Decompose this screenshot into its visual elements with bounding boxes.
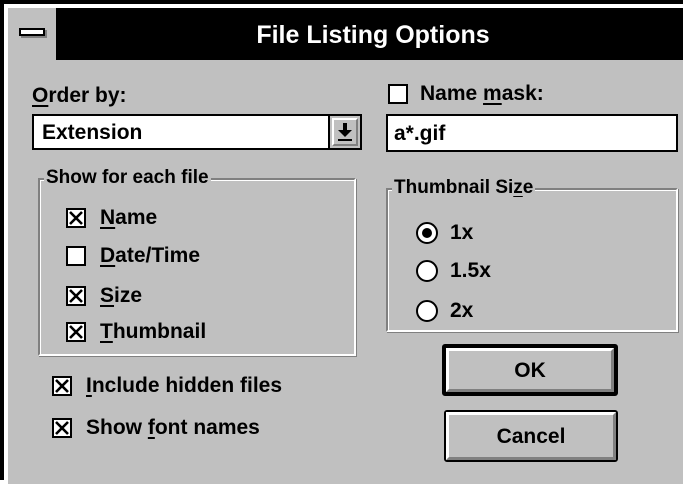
size-2x-label[interactable]: 2x [450, 299, 473, 323]
show-font-names-label[interactable]: Show font names [86, 416, 260, 440]
show-group-legend: Show for each file [44, 166, 211, 190]
name-mask-label[interactable]: Name mask: [420, 82, 544, 106]
check-x-icon [55, 379, 69, 393]
size-1x-radio[interactable] [416, 222, 438, 244]
dropdown-button[interactable] [328, 116, 360, 148]
include-hidden-files-label[interactable]: Include hidden files [86, 374, 282, 398]
window-title: File Listing Options [256, 21, 490, 49]
size-checkbox[interactable] [66, 286, 86, 306]
ok-button[interactable]: OK [442, 344, 618, 396]
thumbnail-checkbox[interactable] [66, 322, 86, 342]
order-by-label: Order by: [32, 84, 127, 107]
system-menu-icon[interactable] [8, 8, 59, 60]
system-menu-bar [19, 28, 45, 36]
dropdown-arrow-icon [338, 123, 352, 141]
name-option-label[interactable]: Name [100, 206, 157, 230]
order-by-value: Extension [42, 121, 143, 144]
thumbnail-option-label[interactable]: Thumbnail [100, 320, 206, 344]
thumbnail-size-legend: Thumbnail Size [392, 176, 536, 200]
cancel-button-label: Cancel [446, 412, 616, 460]
cancel-button[interactable]: Cancel [444, 410, 618, 462]
radio-selected-dot [422, 228, 432, 238]
title-bar[interactable]: File Listing Options [8, 8, 683, 60]
dialog-client-area: Order by: Extension Name mask: a*.gif Sh… [8, 60, 683, 484]
ok-button-label: OK [446, 348, 614, 392]
name-checkbox[interactable] [66, 208, 86, 228]
size-1-5x-radio[interactable] [416, 260, 438, 282]
order-by-dropdown[interactable]: Extension [32, 114, 362, 150]
include-hidden-files-checkbox[interactable] [52, 376, 72, 396]
size-1x-label[interactable]: 1x [450, 221, 473, 245]
size-2x-radio[interactable] [416, 300, 438, 322]
check-x-icon [55, 421, 69, 435]
name-mask-checkbox[interactable] [388, 84, 408, 104]
check-x-icon [69, 325, 83, 339]
check-x-icon [69, 211, 83, 225]
name-mask-value: a*.gif [394, 122, 446, 145]
check-x-icon [69, 289, 83, 303]
date-time-option-label[interactable]: Date/Time [100, 244, 200, 268]
size-option-label[interactable]: Size [100, 284, 142, 308]
size-1-5x-label[interactable]: 1.5x [450, 259, 491, 283]
show-font-names-checkbox[interactable] [52, 418, 72, 438]
name-mask-input[interactable]: a*.gif [386, 114, 678, 152]
file-listing-options-dialog: File Listing Options Order by: Extension… [0, 0, 683, 484]
date-time-checkbox[interactable] [66, 246, 86, 266]
